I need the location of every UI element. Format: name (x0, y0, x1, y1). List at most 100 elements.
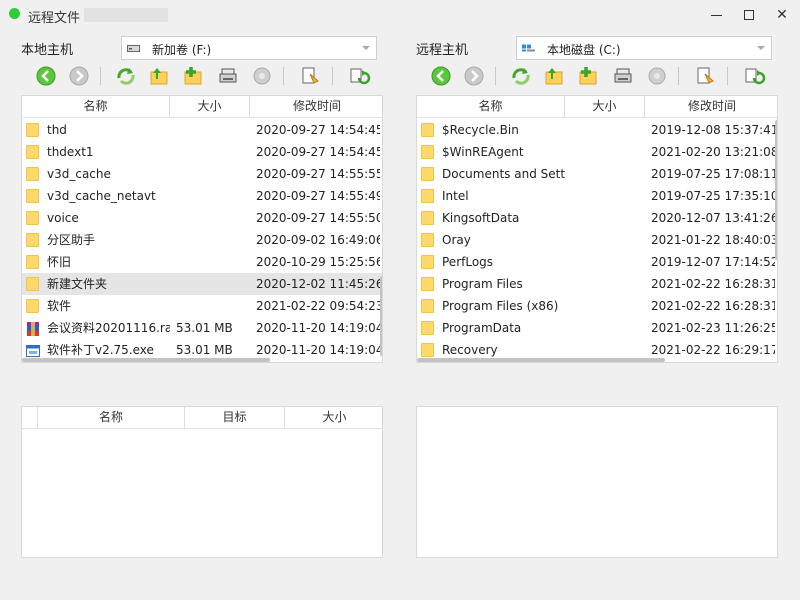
refresh-button[interactable] (114, 64, 138, 88)
table-row[interactable]: thd 2020-09-27 14:54:45 (22, 119, 382, 141)
folder-icon (26, 255, 39, 269)
remote-toolbar (415, 64, 775, 90)
column-header-target[interactable]: 目标 (185, 407, 285, 429)
up-folder-button[interactable] (542, 64, 566, 88)
column-header-time[interactable]: 修改时间 (250, 96, 382, 118)
table-row[interactable]: v3d_cache 2020-09-27 14:55:55 (22, 163, 382, 185)
forward-icon (464, 66, 484, 86)
delete-icon (219, 68, 237, 83)
file-modified-time: 2020-09-02 16:49:06 (256, 233, 380, 247)
up-folder-button[interactable] (147, 64, 171, 88)
column-header-name[interactable]: 名称 (38, 407, 185, 429)
toolbar-separator (283, 67, 284, 85)
forward-button[interactable] (462, 64, 486, 88)
back-button[interactable] (429, 64, 453, 88)
folder-icon (421, 233, 434, 247)
file-modified-time: 2020-09-27 14:55:49 (256, 189, 380, 203)
table-row[interactable]: $WinREAgent 2021-02-20 13:21:08 (417, 141, 777, 163)
column-header-size[interactable]: 大小 (565, 96, 645, 118)
vertical-scrollbar[interactable] (380, 276, 382, 356)
table-row[interactable]: $Recycle.Bin 2019-12-08 15:37:41 (417, 119, 777, 141)
local-drive-select[interactable]: 新加卷 (F:) (121, 36, 377, 60)
local-file-list[interactable]: 名称 大小 修改时间 thd 2020-09-27 14:54:45 thdext1… (21, 95, 383, 363)
delete-button[interactable] (611, 64, 635, 88)
table-row[interactable]: thdext1 2020-09-27 14:54:45 (22, 141, 382, 163)
file-name: 新建文件夹 (47, 277, 108, 291)
horizontal-scrollbar[interactable] (417, 358, 665, 362)
table-row[interactable]: voice 2020-09-27 14:55:50 (22, 207, 382, 229)
table-row[interactable]: Oray 2021-01-22 18:40:03 (417, 229, 777, 251)
file-modified-time: 2019-07-25 17:08:11 (651, 167, 775, 181)
table-row[interactable]: ProgramData 2021-02-23 11:26:25 (417, 317, 777, 339)
table-row[interactable]: KingsoftData 2020-12-07 13:41:26 (417, 207, 777, 229)
table-row[interactable]: Program Files 2021-02-22 16:28:31 (417, 273, 777, 295)
transfer-button[interactable] (347, 64, 371, 88)
folder-icon (421, 343, 434, 357)
folder-icon (421, 145, 434, 159)
folder-icon (26, 211, 39, 225)
folder-icon (421, 123, 434, 137)
remote-drive-value: 本地磁盘 (C:) (547, 43, 621, 57)
file-modified-time: 2021-02-22 16:28:31 (651, 299, 775, 313)
remote-rows: $Recycle.Bin 2019-12-08 15:37:41 $WinREAge… (417, 119, 777, 361)
stop-button[interactable] (250, 64, 274, 88)
rename-icon (302, 67, 319, 84)
new-folder-button[interactable] (576, 64, 600, 88)
new-folder-button[interactable] (181, 64, 205, 88)
windows-drive-icon (522, 44, 535, 52)
table-row[interactable]: 会议资料20201116.rar 53.01 MB 2020-11-20 14:19… (22, 317, 382, 339)
refresh-icon (512, 68, 530, 85)
file-name: Program Files (442, 277, 523, 291)
maximize-button[interactable] (731, 0, 767, 30)
back-button[interactable] (34, 64, 58, 88)
table-row[interactable]: Intel 2019-07-25 17:35:10 (417, 185, 777, 207)
file-modified-time: 2020-09-27 14:54:45 (256, 145, 380, 159)
remote-drive-select[interactable]: 本地磁盘 (C:) (516, 36, 772, 60)
folder-icon (421, 211, 434, 225)
remote-host-label: 远程主机 (416, 43, 469, 58)
folder-icon (421, 321, 434, 335)
transfer-queue-panel[interactable]: 名称 目标 大小 (21, 406, 383, 558)
vertical-scrollbar[interactable] (775, 120, 777, 260)
file-name: v3d_cache (47, 167, 111, 181)
back-icon (431, 66, 451, 86)
remote-file-list[interactable]: 名称 大小 修改时间 $Recycle.Bin 2019-12-08 15:37:… (416, 95, 778, 363)
refresh-button[interactable] (509, 64, 533, 88)
column-header-name[interactable]: 名称 (22, 96, 170, 118)
rename-button[interactable] (693, 64, 717, 88)
table-row[interactable]: 新建文件夹 2020-12-02 11:45:26 (22, 273, 382, 295)
horizontal-scrollbar[interactable] (22, 358, 270, 362)
table-row[interactable]: 分区助手 2020-09-02 16:49:06 (22, 229, 382, 251)
table-row[interactable]: Documents and Settin 2019-07-25 17:08:11 (417, 163, 777, 185)
chevron-down-icon (362, 46, 370, 50)
table-row[interactable]: 怀旧 2020-10-29 15:25:56 (22, 251, 382, 273)
local-rows: thd 2020-09-27 14:54:45 thdext1 2020-09-27 … (22, 119, 382, 361)
rename-button[interactable] (298, 64, 322, 88)
stop-button[interactable] (645, 64, 669, 88)
transfer-button[interactable] (742, 64, 766, 88)
column-header-size[interactable]: 大小 (170, 96, 250, 118)
close-button[interactable]: ✕ (764, 0, 800, 30)
table-row[interactable]: Program Files (x86) 2021-02-22 16:28:31 (417, 295, 777, 317)
column-header-size[interactable]: 大小 (285, 407, 384, 429)
delete-button[interactable] (216, 64, 240, 88)
column-header-time[interactable]: 修改时间 (645, 96, 777, 118)
hard-drive-icon (127, 45, 140, 52)
forward-button[interactable] (67, 64, 91, 88)
file-modified-time: 2021-02-20 13:21:08 (651, 145, 775, 159)
title-bar: 远程文件 ✕ (0, 0, 800, 32)
new-folder-icon (184, 67, 202, 85)
table-row[interactable]: 软件 2021-02-22 09:54:23 (22, 295, 382, 317)
file-modified-time: 2019-12-08 15:37:41 (651, 123, 775, 137)
table-row[interactable]: PerfLogs 2019-12-07 17:14:52 (417, 251, 777, 273)
folder-icon (26, 123, 39, 137)
stop-icon (648, 67, 666, 85)
column-header-name[interactable]: 名称 (417, 96, 565, 118)
minimize-button[interactable] (698, 0, 734, 30)
file-modified-time: 2019-07-25 17:35:10 (651, 189, 775, 203)
folder-icon (421, 167, 434, 181)
table-row[interactable]: v3d_cache_netavt 2020-09-27 14:55:49 (22, 185, 382, 207)
file-name: KingsoftData (442, 211, 520, 225)
log-panel (416, 406, 778, 558)
file-modified-time: 2020-11-20 14:19:04 (256, 343, 380, 357)
